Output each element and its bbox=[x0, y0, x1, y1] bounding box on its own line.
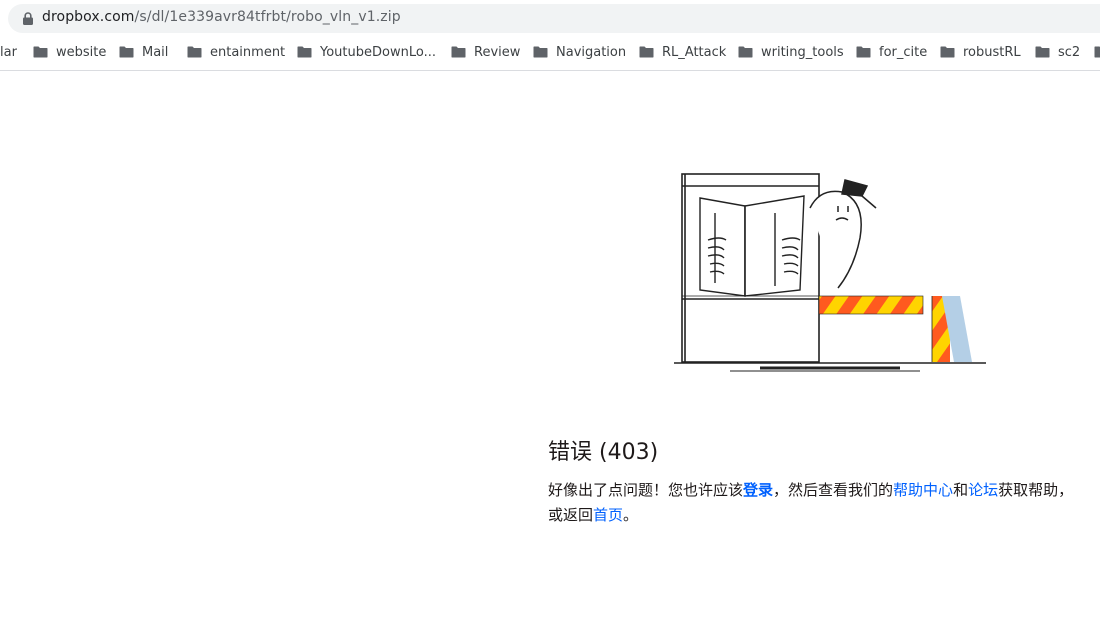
bookmark-folder[interactable]: writing_tools bbox=[738, 42, 844, 62]
ground bbox=[674, 362, 986, 372]
error-message: 好像出了点问题！您也许应该登录，然后查看我们的帮助中心和论坛获取帮助，或返回首页… bbox=[548, 478, 1088, 528]
bookmark-folder[interactable]: entainment bbox=[187, 42, 285, 62]
error-text: ，然后查看我们的 bbox=[773, 481, 894, 499]
url-host: dropbox.com bbox=[42, 9, 135, 25]
guard bbox=[809, 179, 877, 289]
guard-booth-illustration bbox=[674, 173, 986, 372]
error-title: 错误 (403) bbox=[548, 440, 659, 465]
folder-icon bbox=[451, 46, 466, 58]
folder-icon bbox=[1094, 46, 1100, 58]
barrier-arm bbox=[818, 295, 924, 315]
bookmark-label: writing_tools bbox=[761, 44, 844, 60]
bookmark-folder[interactable]: RL_Attack bbox=[639, 42, 726, 62]
browser-chrome: dropbox.com/s/dl/1e339avr84tfrbt/robo_vl… bbox=[0, 0, 1100, 71]
error-text: 好像出了点问题！您也许应该 bbox=[548, 481, 744, 499]
address-bar[interactable]: dropbox.com/s/dl/1e339avr84tfrbt/robo_vl… bbox=[8, 4, 1100, 33]
bookmark-folder[interactable]: Navigation bbox=[533, 42, 626, 62]
bookmark-label: sc2 bbox=[1058, 44, 1081, 60]
barrier-post bbox=[931, 296, 972, 362]
lock-icon[interactable] bbox=[22, 12, 34, 25]
bookmark-folder[interactable]: for_cite bbox=[856, 42, 927, 62]
error-text: 和 bbox=[953, 481, 969, 499]
folder-icon bbox=[1035, 46, 1050, 58]
folder-icon bbox=[297, 46, 312, 58]
bookmark-folder[interactable]: YoutubeDownLo... bbox=[297, 42, 436, 62]
bookmark-label: YoutubeDownLo... bbox=[320, 44, 436, 60]
folder-icon bbox=[940, 46, 955, 58]
url-path: /s/dl/1e339avr84tfrbt/robo_vln_v1.zip bbox=[134, 9, 401, 25]
login-link[interactable]: 登录 bbox=[743, 481, 773, 499]
bookmark-label: website bbox=[56, 44, 107, 60]
folder-icon bbox=[187, 46, 202, 58]
bookmark-folder[interactable] bbox=[1094, 42, 1100, 62]
error-text: 。 bbox=[623, 506, 639, 524]
forum-link[interactable]: 论坛 bbox=[968, 481, 998, 499]
newspaper bbox=[699, 195, 805, 297]
bookmark-label: Navigation bbox=[556, 44, 627, 60]
bookmark-label: Review bbox=[474, 44, 521, 60]
folder-icon bbox=[639, 46, 654, 58]
folder-icon bbox=[856, 46, 871, 58]
help-center-link[interactable]: 帮助中心 bbox=[893, 481, 953, 499]
bookmark-item[interactable]: lar bbox=[0, 42, 17, 62]
bookmark-folder[interactable]: sc2 bbox=[1035, 42, 1080, 62]
bookmark-label: for_cite bbox=[879, 44, 928, 60]
home-link[interactable]: 首页 bbox=[593, 506, 623, 524]
bookmark-folder[interactable]: robustRL bbox=[940, 42, 1021, 62]
bookmark-label: RL_Attack bbox=[662, 44, 727, 60]
folder-icon bbox=[533, 46, 548, 58]
folder-icon bbox=[33, 46, 48, 58]
folder-icon bbox=[119, 46, 134, 58]
bookmark-label: Mail bbox=[142, 44, 169, 60]
bookmark-label: lar bbox=[0, 44, 17, 60]
url-text[interactable]: dropbox.com/s/dl/1e339avr84tfrbt/robo_vl… bbox=[42, 9, 401, 25]
bookmarks-bar: lar website Mail entainment YoutubeDownL… bbox=[0, 38, 1100, 66]
bookmark-folder[interactable]: website bbox=[33, 42, 106, 62]
bookmark-folder[interactable]: Mail bbox=[119, 42, 168, 62]
bookmark-label: robustRL bbox=[963, 44, 1021, 60]
bookmark-label: entainment bbox=[210, 44, 286, 60]
folder-icon bbox=[738, 46, 753, 58]
bookmark-folder[interactable]: Review bbox=[451, 42, 520, 62]
